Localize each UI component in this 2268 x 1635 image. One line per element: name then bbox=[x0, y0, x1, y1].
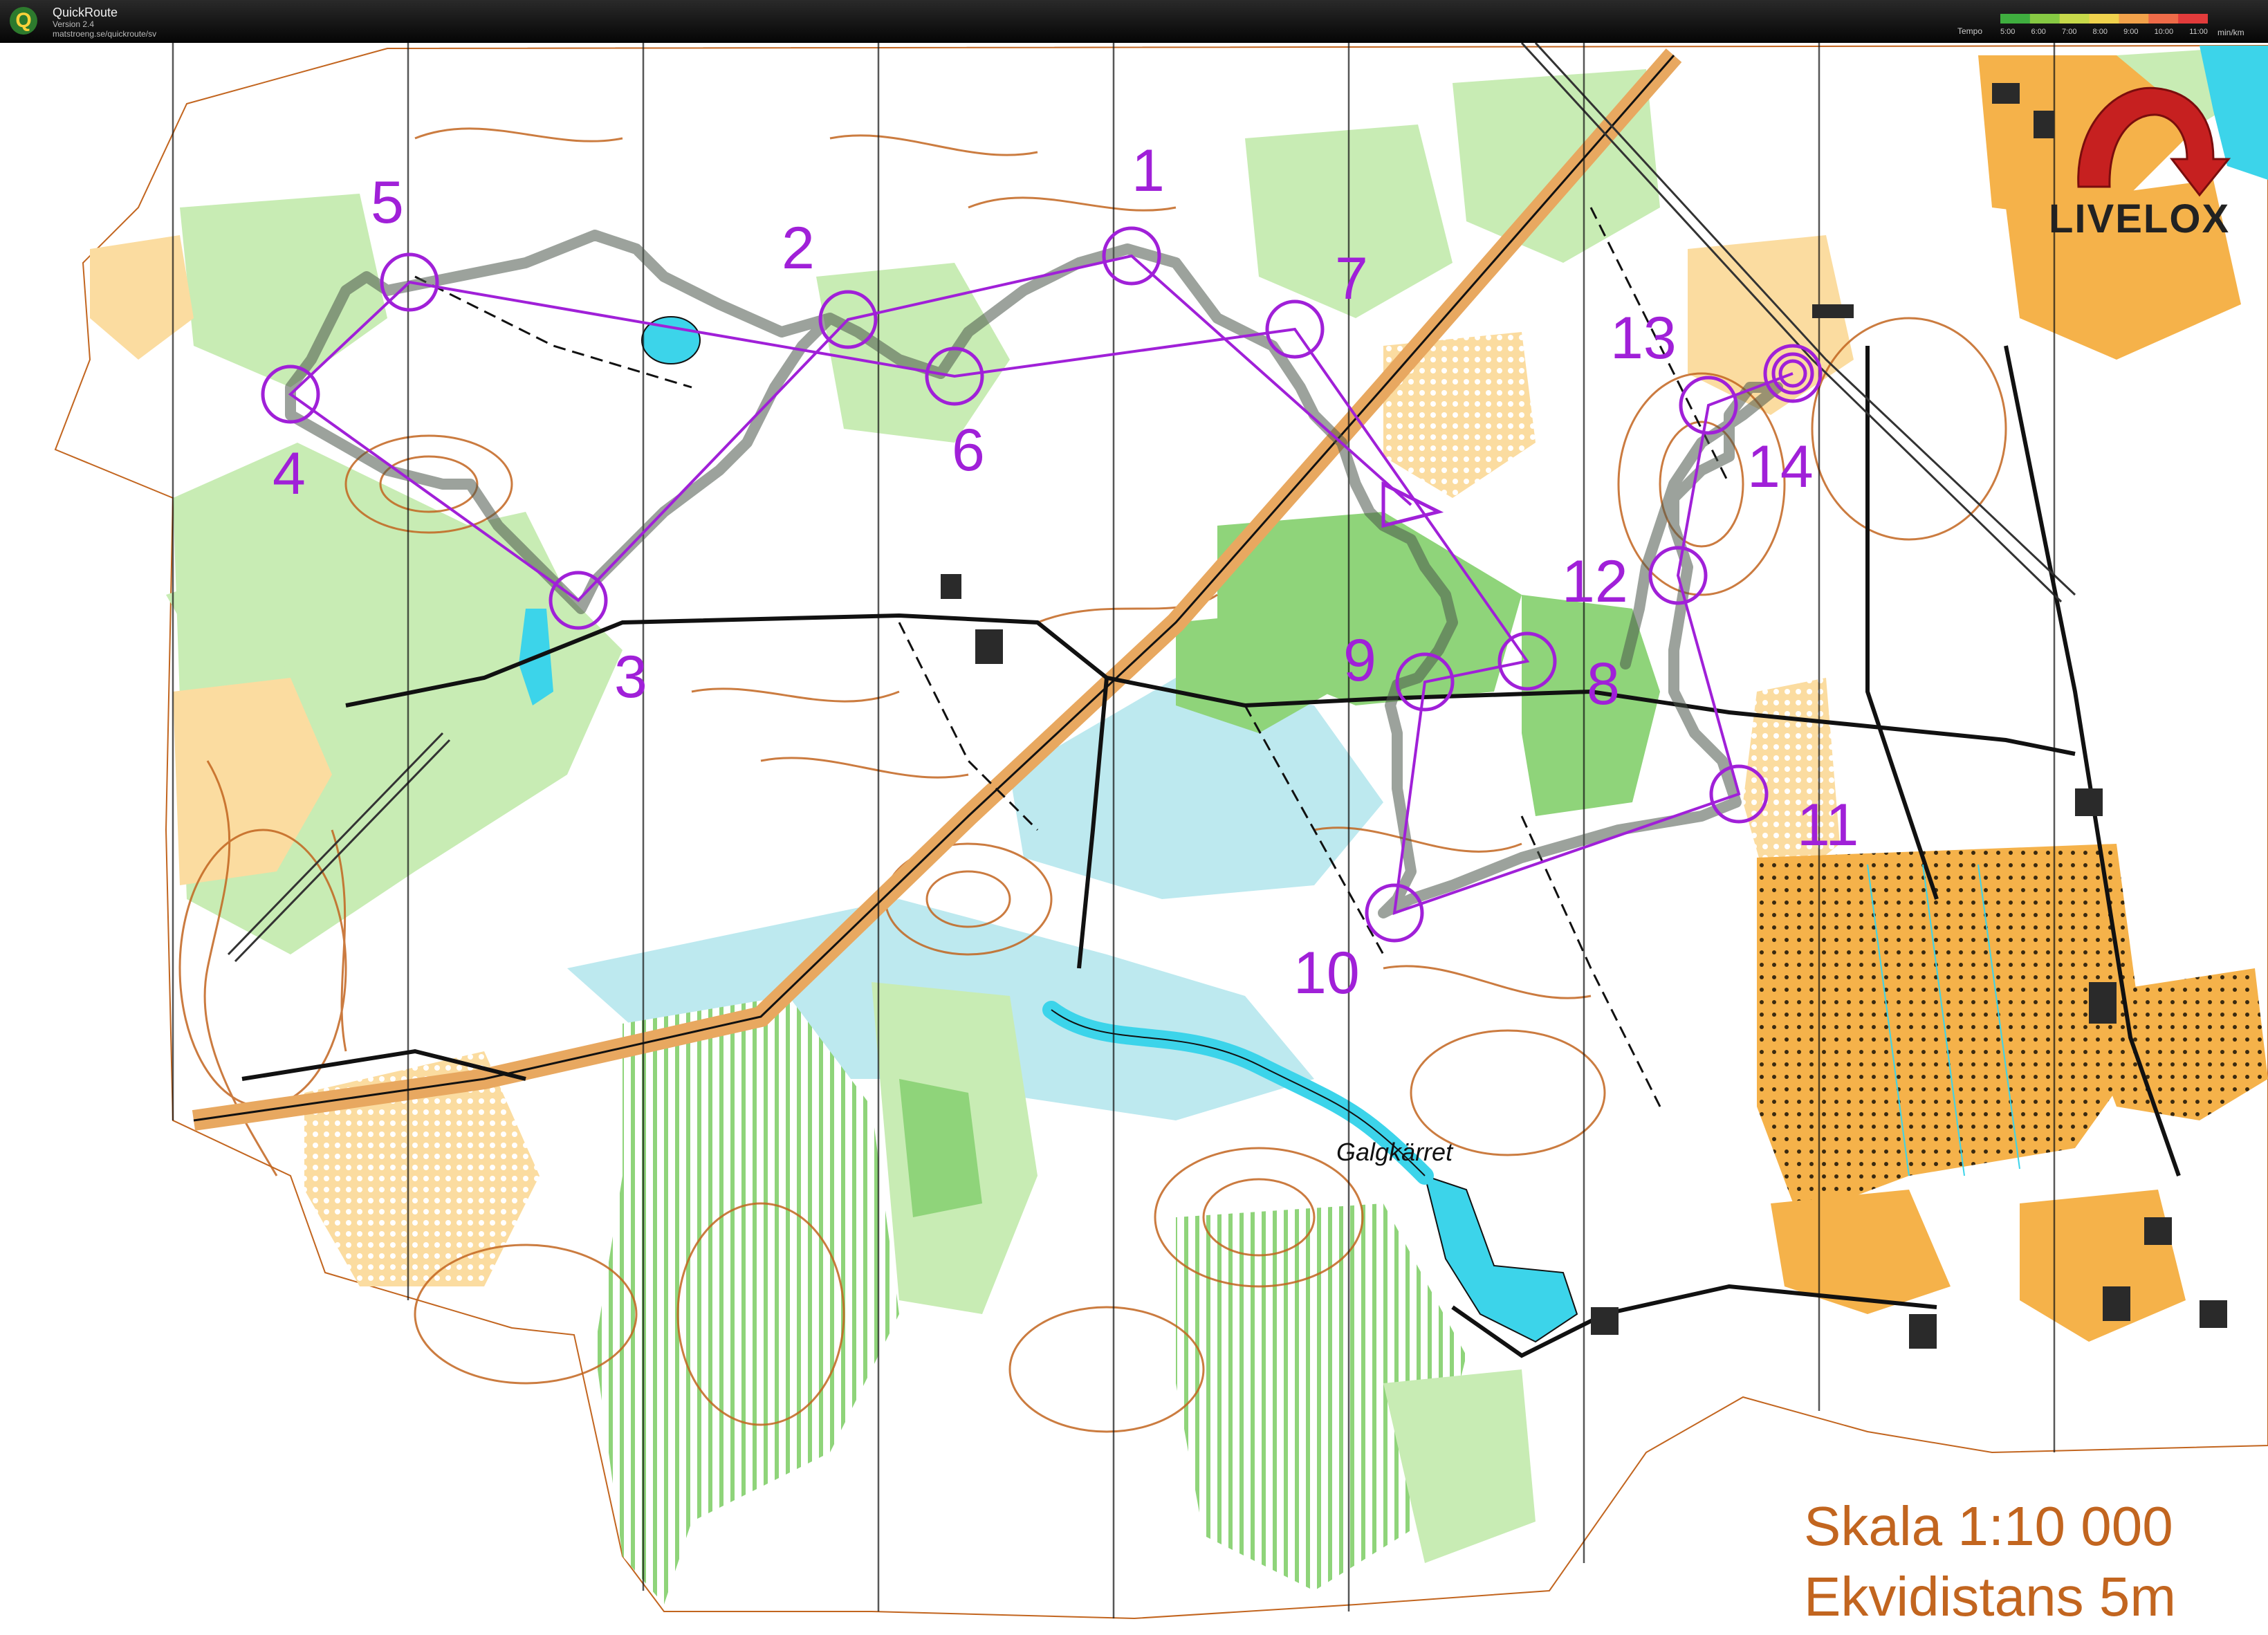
control-number: 3 bbox=[614, 644, 647, 710]
app-title: QuickRoute bbox=[53, 6, 118, 19]
quickroute-logo-icon: Q bbox=[10, 7, 37, 35]
title-bar: Q QuickRoute Version 2.4 matstroeng.se/q… bbox=[0, 0, 2268, 43]
terrain-layer bbox=[0, 43, 2268, 1635]
control-number: 2 bbox=[782, 215, 815, 281]
control-number: 9 bbox=[1343, 627, 1376, 694]
tempo-color-segment bbox=[2178, 14, 2208, 24]
control-number: 10 bbox=[1293, 940, 1360, 1006]
scale-text: Skala 1:10 000 bbox=[1804, 1495, 2173, 1557]
control-number: 12 bbox=[1562, 548, 1628, 615]
tempo-color-segment bbox=[2089, 14, 2119, 24]
control-number: 8 bbox=[1587, 651, 1620, 717]
tempo-color-segment bbox=[2059, 14, 2090, 24]
contour-interval-text: Ekvidistans 5m bbox=[1804, 1566, 2176, 1627]
control-number: 11 bbox=[1797, 792, 1859, 858]
tempo-color-segment bbox=[2000, 14, 2031, 24]
livelox-wordmark: LIVELOX bbox=[2049, 196, 2230, 241]
tempo-unit: min/km bbox=[2218, 28, 2244, 37]
tempo-tick: 8:00 bbox=[2092, 28, 2108, 36]
tempo-ticks: 5:00 6:00 7:00 8:00 9:00 10:00 11:00 bbox=[2000, 28, 2208, 36]
tempo-color-segment bbox=[2148, 14, 2179, 24]
tempo-tick: 11:00 bbox=[2189, 28, 2208, 36]
tempo-tick: 9:00 bbox=[2123, 28, 2139, 36]
control-number: 14 bbox=[1747, 434, 1814, 500]
app-version: Version 2.4 bbox=[53, 19, 95, 29]
control-number: 5 bbox=[371, 169, 404, 236]
tempo-tick: 10:00 bbox=[2154, 28, 2174, 36]
control-number: 6 bbox=[952, 417, 985, 483]
tempo-tick: 5:00 bbox=[2000, 28, 2016, 36]
tempo-color-segment bbox=[2119, 14, 2149, 24]
control-number: 13 bbox=[1610, 305, 1677, 371]
control-number: 1 bbox=[1132, 138, 1165, 204]
tempo-tick: 7:00 bbox=[2062, 28, 2077, 36]
tempo-label: Tempo bbox=[1957, 26, 1983, 36]
app-url: matstroeng.se/quickroute/sv bbox=[53, 29, 157, 39]
tempo-tick: 6:00 bbox=[2031, 28, 2046, 36]
control-number: 4 bbox=[273, 441, 306, 507]
tempo-color-bar bbox=[2000, 14, 2208, 24]
orienteering-map[interactable]: 1 2 3 4 5 6 7 8 9 10 11 12 13 14 Galgkär… bbox=[0, 43, 2268, 1635]
place-name-galgkarret: Galgkärret bbox=[1336, 1138, 1454, 1166]
control-number: 7 bbox=[1335, 246, 1368, 312]
tempo-color-segment bbox=[2029, 14, 2060, 24]
